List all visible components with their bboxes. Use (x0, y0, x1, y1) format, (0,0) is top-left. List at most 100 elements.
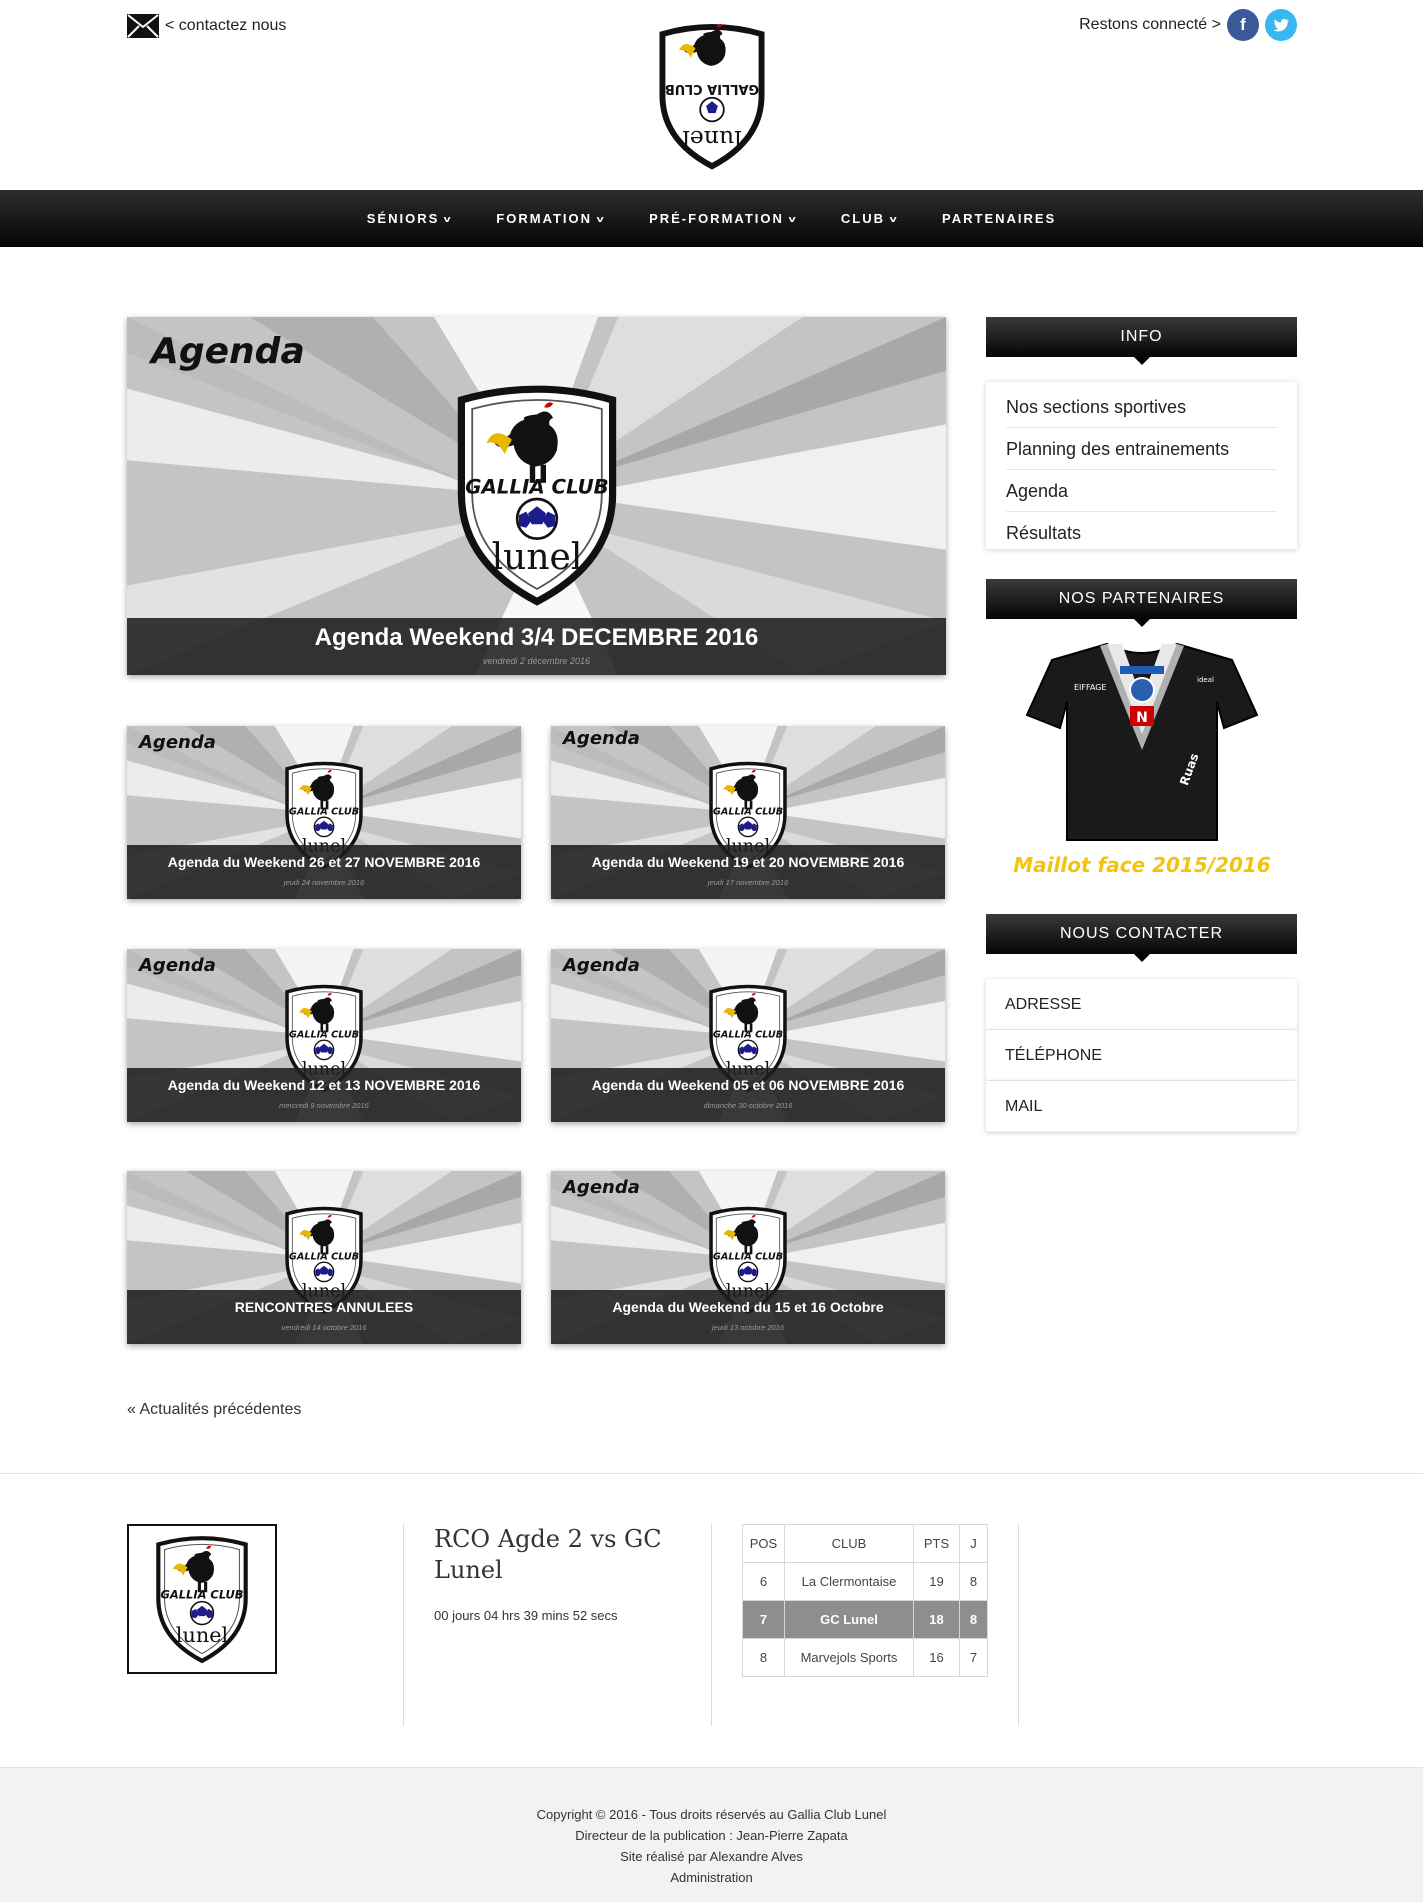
post-overlay-word: Agenda (139, 955, 216, 976)
partner-jersey-image[interactable]: lunel N EIFFAGE ideal Ruas Maillot face … (1012, 640, 1272, 880)
footer-divider (403, 1524, 404, 1726)
contact-link[interactable]: < contactez nous (127, 14, 286, 38)
cell-pos: 8 (742, 1638, 785, 1677)
previous-posts-link[interactable]: « Actualités précédentes (127, 1401, 301, 1419)
site-credit: Site réalisé par Alexandre Alves (620, 1849, 803, 1864)
standings-table: POS CLUB PTS J 6 La Clermontaise 19 8 7 … (742, 1524, 988, 1677)
post-caption: RENCONTRES ANNULEES vendredi 14 octobre … (127, 1290, 521, 1344)
post-card[interactable]: Agenda Agenda du Weekend 26 et 27 NOVEMB… (127, 726, 521, 899)
info-item-agenda[interactable]: Agenda (1006, 470, 1277, 512)
post-caption: Agenda Weekend 3/4 DECEMBRE 2016 vendred… (127, 618, 946, 675)
post-title[interactable]: Agenda Weekend 3/4 DECEMBRE 2016 (127, 624, 946, 652)
nav-item-seniors[interactable]: SÉNIORS v (345, 211, 475, 226)
nav-label: SÉNIORS (366, 211, 440, 226)
col-header-pts: PTS (913, 1524, 960, 1563)
nav-label: FORMATION (496, 211, 593, 226)
nav-label: PARTENAIRES (942, 211, 1057, 226)
post-title[interactable]: Agenda du Weekend 26 et 27 NOVEMBRE 2016 (127, 854, 521, 870)
cell-pos: 7 (742, 1600, 785, 1639)
contact-widget-title: NOUS CONTACTER (986, 914, 1297, 962)
info-item-planning[interactable]: Planning des entrainements (1006, 428, 1277, 470)
post-title[interactable]: Agenda du Weekend 12 et 13 NOVEMBRE 2016 (127, 1077, 521, 1093)
copyright-text: Copyright © 2016 - Tous droits réservés … (536, 1807, 887, 1822)
publication-director: Directeur de la publication : Jean-Pierr… (575, 1828, 848, 1843)
post-title[interactable]: Agenda du Weekend du 15 et 16 Octobre (551, 1299, 945, 1315)
post-overlay-word: Agenda (563, 1177, 640, 1198)
chevron-down-icon: v (889, 213, 900, 224)
nav-label: CLUB (840, 211, 885, 226)
next-match-title[interactable]: RCO Agde 2 vs GC Lunel (434, 1524, 664, 1586)
partner-caption: Maillot face 2015/2016 (1013, 853, 1271, 877)
nav-item-club[interactable]: CLUB v (819, 211, 920, 226)
post-title[interactable]: RENCONTRES ANNULEES (127, 1299, 521, 1315)
post-overlay-word: Agenda (151, 331, 305, 372)
chevron-down-icon: v (443, 213, 454, 224)
nav-label: PRÉ-FORMATION (649, 211, 784, 226)
contact-item-telephone[interactable]: TÉLÉPHONE (986, 1030, 1297, 1081)
main-nav: SÉNIORS v FORMATION v PRÉ-FORMATION v CL… (0, 190, 1423, 247)
chevron-down-icon: v (788, 213, 799, 224)
contact-accordion: ADRESSE TÉLÉPHONE MAIL (986, 979, 1297, 1132)
match-countdown: 00 jours 04 hrs 39 mins 52 secs (434, 1608, 618, 1623)
post-caption: Agenda du Weekend 19 et 20 NOVEMBRE 2016… (551, 845, 945, 899)
table-row: 8 Marvejols Sports 16 7 (742, 1638, 988, 1677)
club-logo[interactable] (653, 22, 771, 170)
col-header-j: J (959, 1524, 988, 1563)
svg-text:ideal: ideal (1197, 676, 1214, 684)
footer-divider (1018, 1524, 1019, 1726)
post-caption: Agenda du Weekend 05 et 06 NOVEMBRE 2016… (551, 1068, 945, 1122)
post-card[interactable]: Agenda Agenda du Weekend 05 et 06 NOVEMB… (551, 949, 945, 1122)
twitter-icon[interactable] (1265, 9, 1297, 41)
facebook-icon[interactable]: f (1227, 9, 1259, 41)
cell-pts: 19 (913, 1562, 960, 1601)
site-footer: Copyright © 2016 - Tous droits réservés … (0, 1767, 1423, 1902)
post-date: vendredi 14 octobre 2016 (281, 1323, 367, 1332)
post-title[interactable]: Agenda du Weekend 05 et 06 NOVEMBRE 2016 (551, 1077, 945, 1093)
info-item-sections[interactable]: Nos sections sportives (1006, 386, 1277, 428)
nav-item-formation[interactable]: FORMATION v (474, 211, 627, 226)
footer-club-logo[interactable] (127, 1524, 277, 1674)
featured-post[interactable]: Agenda Agenda Weekend 3/4 DECEMBRE 2016 … (127, 317, 946, 675)
post-card[interactable]: Agenda Agenda du Weekend 19 et 20 NOVEMB… (551, 726, 945, 899)
cell-pts: 18 (913, 1600, 960, 1639)
post-card[interactable]: Agenda Agenda du Weekend du 15 et 16 Oct… (551, 1171, 945, 1344)
post-date: dimanche 30 octobre 2016 (703, 1101, 793, 1110)
cell-j: 7 (959, 1638, 988, 1677)
social-label: Restons connecté > (1079, 16, 1221, 33)
post-card[interactable]: Agenda Agenda du Weekend 12 et 13 NOVEMB… (127, 949, 521, 1122)
post-title[interactable]: Agenda du Weekend 19 et 20 NOVEMBRE 2016 (551, 854, 945, 870)
svg-text:N: N (1136, 710, 1148, 726)
table-row-highlighted: 7 GC Lunel 18 8 (742, 1600, 988, 1639)
post-overlay-word: Agenda (563, 728, 640, 749)
post-overlay-word: Agenda (563, 955, 640, 976)
post-caption: Agenda du Weekend du 15 et 16 Octobre je… (551, 1290, 945, 1344)
post-date: jeudi 17 novembre 2016 (707, 878, 789, 887)
contact-label: < contactez nous (165, 17, 287, 34)
post-date: jeudi 13 octobre 2016 (711, 1323, 785, 1332)
club-crest-icon (137, 1534, 267, 1664)
contact-item-mail[interactable]: MAIL (986, 1081, 1297, 1132)
contact-item-adresse[interactable]: ADRESSE (986, 979, 1297, 1030)
info-item-resultats[interactable]: Résultats (1006, 512, 1277, 554)
cell-club: La Clermontaise (784, 1562, 914, 1601)
svg-text:EIFFAGE: EIFFAGE (1074, 683, 1106, 692)
post-overlay-word: Agenda (139, 732, 216, 753)
post-date: mercredi 9 novembre 2016 (279, 1101, 369, 1110)
post-caption: Agenda du Weekend 12 et 13 NOVEMBRE 2016… (127, 1068, 521, 1122)
col-header-pos: POS (742, 1524, 785, 1563)
admin-link[interactable]: Administration (0, 1867, 1423, 1888)
nav-item-partenaires[interactable]: PARTENAIRES (920, 211, 1078, 226)
cell-pts: 16 (913, 1638, 960, 1677)
club-crest-icon (447, 382, 627, 607)
cell-pos: 6 (742, 1562, 785, 1601)
post-card[interactable]: RENCONTRES ANNULEES vendredi 14 octobre … (127, 1171, 521, 1344)
nav-item-pre-formation[interactable]: PRÉ-FORMATION v (627, 211, 819, 226)
chevron-down-icon: v (596, 213, 607, 224)
info-widget-title: INFO (986, 317, 1297, 365)
table-header-row: POS CLUB PTS J (742, 1524, 988, 1563)
post-caption: Agenda du Weekend 26 et 27 NOVEMBRE 2016… (127, 845, 521, 899)
table-row: 6 La Clermontaise 19 8 (742, 1562, 988, 1601)
cell-j: 8 (959, 1600, 988, 1639)
partners-widget-title: NOS PARTENAIRES (986, 579, 1297, 627)
cell-j: 8 (959, 1562, 988, 1601)
